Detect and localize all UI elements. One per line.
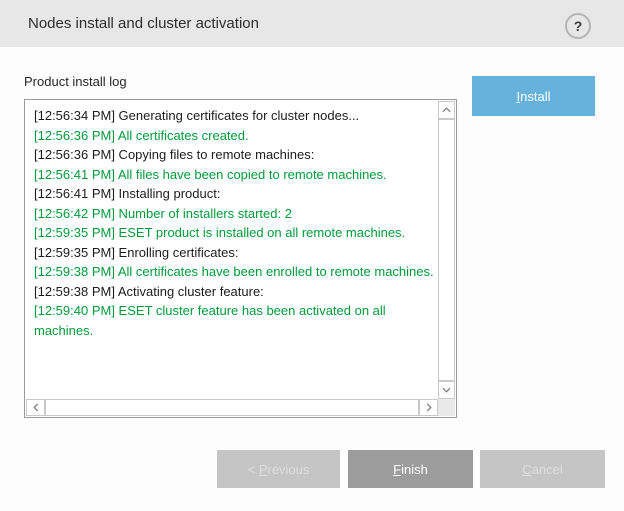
log-label: Product install log xyxy=(24,74,127,89)
vertical-scrollbar[interactable] xyxy=(438,101,455,399)
scroll-up-button[interactable] xyxy=(438,101,455,119)
scrollbar-corner xyxy=(438,399,455,416)
help-button[interactable]: ? xyxy=(565,13,591,39)
cancel-button-accel: C xyxy=(522,462,531,477)
previous-button[interactable]: < Previous xyxy=(217,450,340,488)
log-line: [12:59:40 PM] ESET cluster feature has b… xyxy=(34,301,434,340)
cancel-button[interactable]: Cancel xyxy=(480,450,605,488)
log-line: [12:59:38 PM] All certificates have been… xyxy=(34,262,434,282)
log-line: [12:59:35 PM] Enrolling certificates: xyxy=(34,243,434,263)
finish-button-accel: F xyxy=(393,462,401,477)
product-install-log-box: [12:56:34 PM] Generating certificates fo… xyxy=(24,99,457,418)
chevron-left-icon xyxy=(33,403,39,412)
question-mark-icon: ? xyxy=(574,18,583,34)
scroll-right-button[interactable] xyxy=(419,399,438,416)
log-line: [12:59:38 PM] Activating cluster feature… xyxy=(34,282,434,302)
chevron-down-icon xyxy=(442,387,451,393)
log-line: [12:56:42 PM] Number of installers start… xyxy=(34,204,434,224)
finish-button[interactable]: Finish xyxy=(348,450,473,488)
chevron-up-icon xyxy=(442,107,451,113)
horizontal-scrollbar[interactable] xyxy=(26,399,438,416)
chevron-right-icon xyxy=(426,403,432,412)
log-line: [12:56:34 PM] Generating certificates fo… xyxy=(34,106,434,126)
vertical-scroll-thumb[interactable] xyxy=(438,119,455,381)
install-button-rest: nstall xyxy=(520,89,550,104)
previous-button-prefix: < xyxy=(248,462,259,477)
log-line: [12:56:41 PM] Installing product: xyxy=(34,184,434,204)
title-bar: Nodes install and cluster activation xyxy=(0,0,624,47)
log-line: [12:56:41 PM] All files have been copied… xyxy=(34,165,434,185)
log-line: [12:56:36 PM] Copying files to remote ma… xyxy=(34,145,434,165)
scroll-down-button[interactable] xyxy=(438,381,455,399)
previous-button-rest: revious xyxy=(267,462,309,477)
log-line: [12:59:35 PM] ESET product is installed … xyxy=(34,223,434,243)
log-line: [12:56:36 PM] All certificates created. xyxy=(34,126,434,146)
horizontal-scroll-thumb[interactable] xyxy=(45,399,419,416)
install-button[interactable]: Install xyxy=(472,76,595,116)
cancel-button-rest: ancel xyxy=(532,462,563,477)
log-viewport[interactable]: [12:56:34 PM] Generating certificates fo… xyxy=(26,101,438,399)
scroll-left-button[interactable] xyxy=(26,399,45,416)
finish-button-rest: inish xyxy=(401,462,428,477)
page-title: Nodes install and cluster activation xyxy=(28,15,259,32)
